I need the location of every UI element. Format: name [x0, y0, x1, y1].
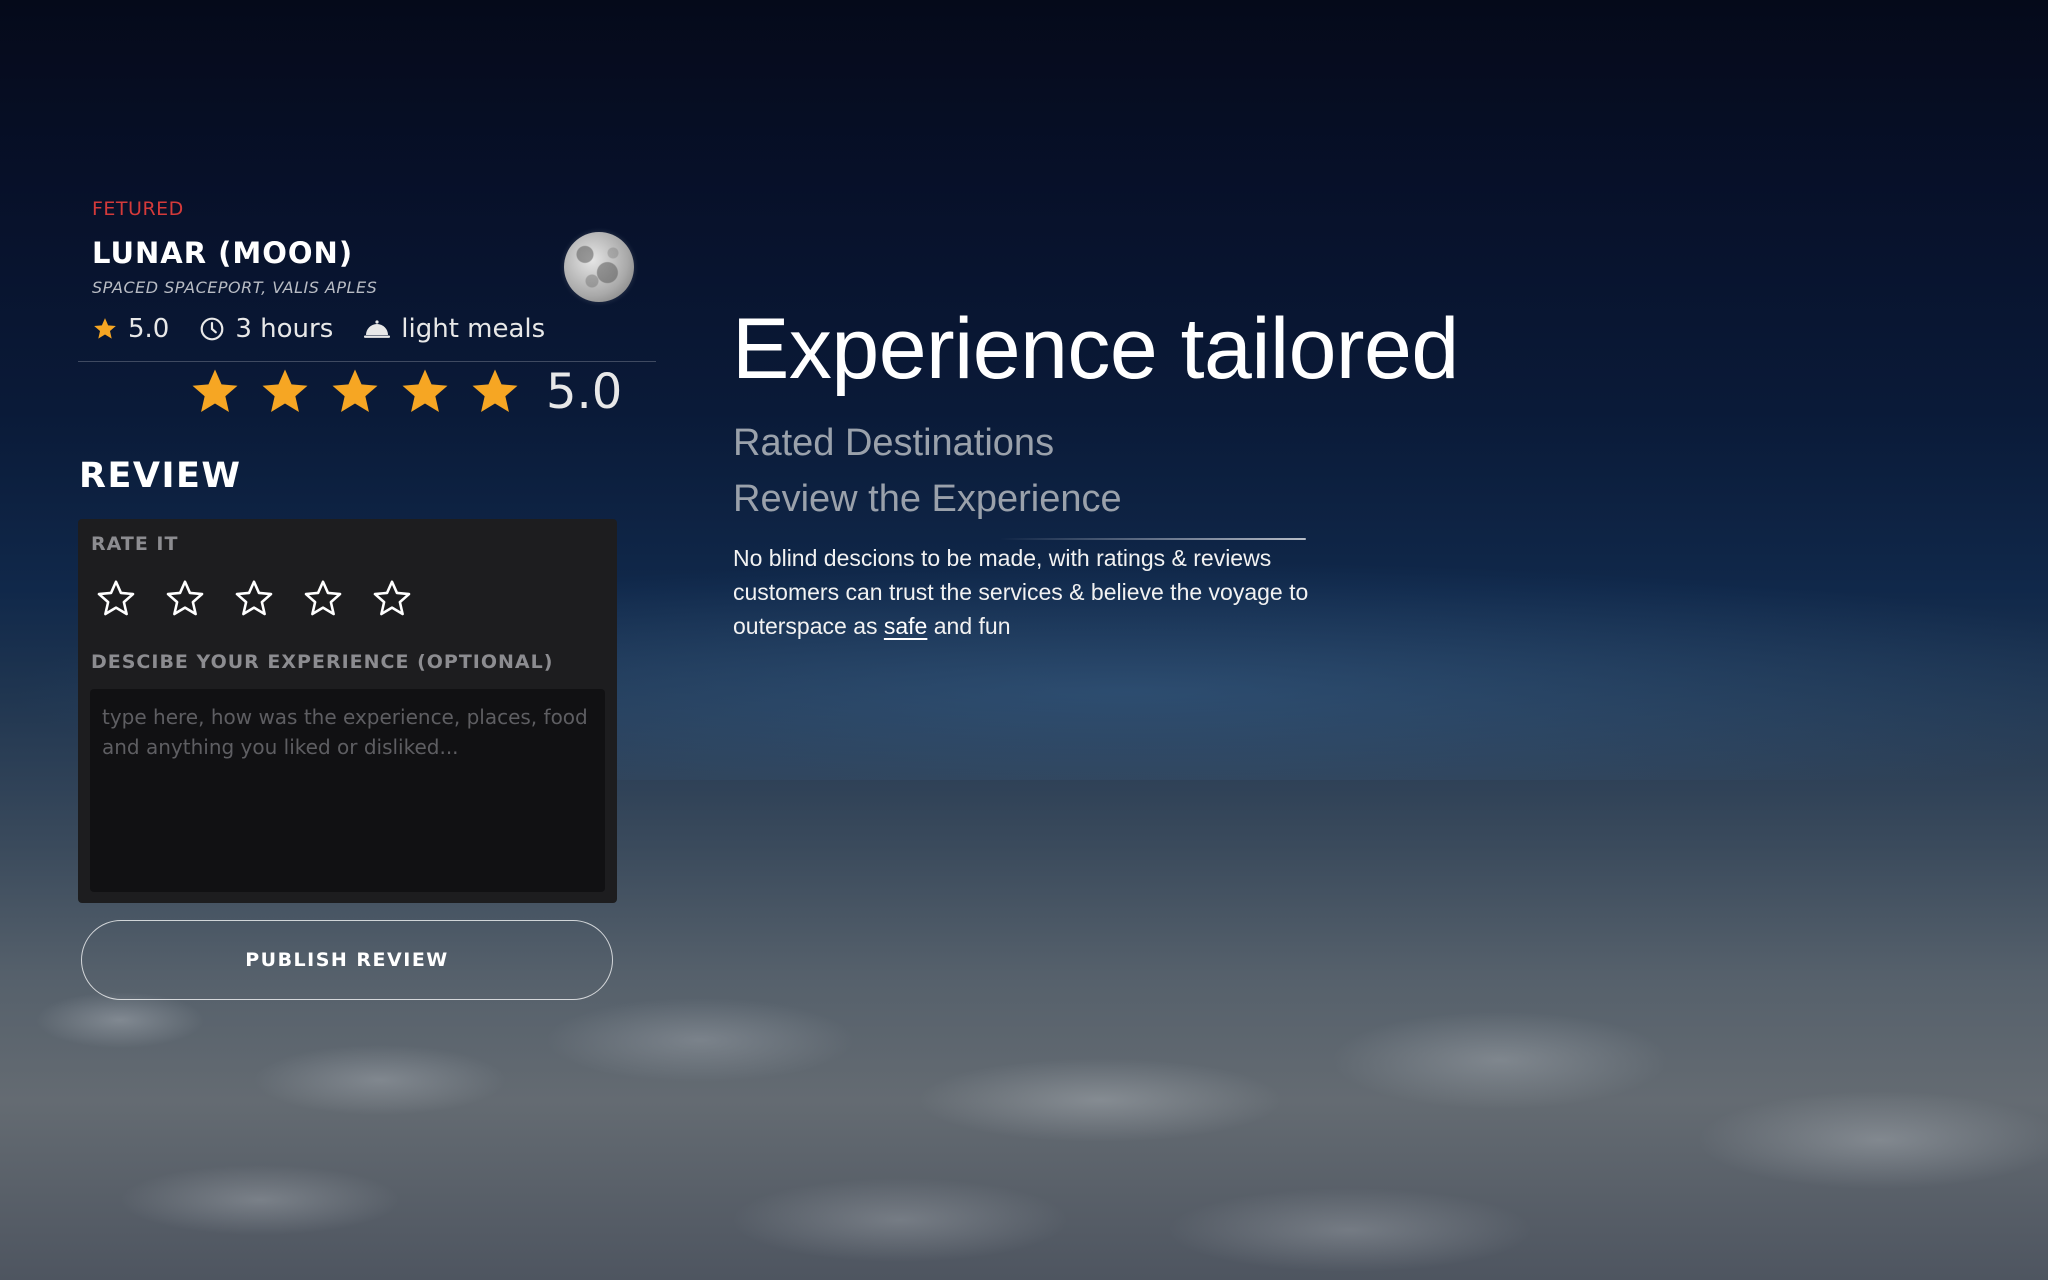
meta-rating: 5.0 — [92, 314, 169, 344]
description-textarea[interactable] — [90, 689, 605, 892]
meta-meals-value: light meals — [401, 314, 546, 344]
star-icon — [472, 369, 518, 413]
rate-star-5[interactable] — [370, 577, 414, 621]
destination-title: LUNAR (MOON) — [92, 236, 354, 270]
hero-subtitle-review: Review the Experience — [733, 478, 1122, 520]
rate-stars — [94, 577, 414, 621]
decorative-streak — [1000, 538, 1306, 540]
meta-rating-value: 5.0 — [128, 314, 170, 344]
meta-duration: 3 hours — [199, 314, 333, 344]
overall-rating: 5.0 — [188, 364, 622, 420]
star-icon — [94, 318, 116, 339]
meta-duration-value: 3 hours — [235, 314, 334, 344]
featured-destination-card[interactable]: FETURED LUNAR (MOON) SPACED SPACEPORT, V… — [78, 196, 656, 420]
overall-rating-value: 5.0 — [546, 364, 623, 420]
rate-label: RATE IT — [91, 533, 179, 555]
star-icon — [262, 369, 308, 413]
rate-star-4[interactable] — [301, 577, 345, 621]
card-divider — [78, 361, 656, 362]
destination-subtitle: SPACED SPACEPORT, VALIS APLES — [92, 278, 378, 297]
rate-star-3[interactable] — [232, 577, 276, 621]
clock-icon — [200, 317, 224, 341]
hero-title: Experience tailored — [732, 301, 1459, 397]
cloche-icon — [364, 320, 391, 338]
publish-review-button[interactable]: PUBLISH REVIEW — [81, 920, 613, 1000]
star-icon — [402, 369, 448, 413]
star-icon — [332, 369, 378, 413]
rate-star-2[interactable] — [163, 577, 207, 621]
rate-star-1[interactable] — [94, 577, 138, 621]
meta-meals: light meals — [363, 314, 545, 344]
destination-meta: 5.0 3 hours light meals — [92, 314, 545, 344]
hero-body-end: and fun — [927, 613, 1011, 639]
hero-subtitle-rated: Rated Destinations — [733, 422, 1055, 464]
star-icon — [192, 369, 238, 413]
safe-link[interactable]: safe — [884, 613, 927, 639]
review-form: RATE IT DESCIBE YOUR EXPERIENCE (OPTIONA… — [78, 519, 617, 903]
moon-icon — [564, 232, 634, 302]
description-label: DESCIBE YOUR EXPERIENCE (OPTIONAL) — [91, 651, 554, 673]
hero-body-text: No blind descions to be made, with ratin… — [733, 545, 1309, 639]
hero-description: No blind descions to be made, with ratin… — [733, 541, 1333, 643]
featured-tag: FETURED — [92, 198, 184, 220]
review-heading: REVIEW — [79, 456, 242, 496]
